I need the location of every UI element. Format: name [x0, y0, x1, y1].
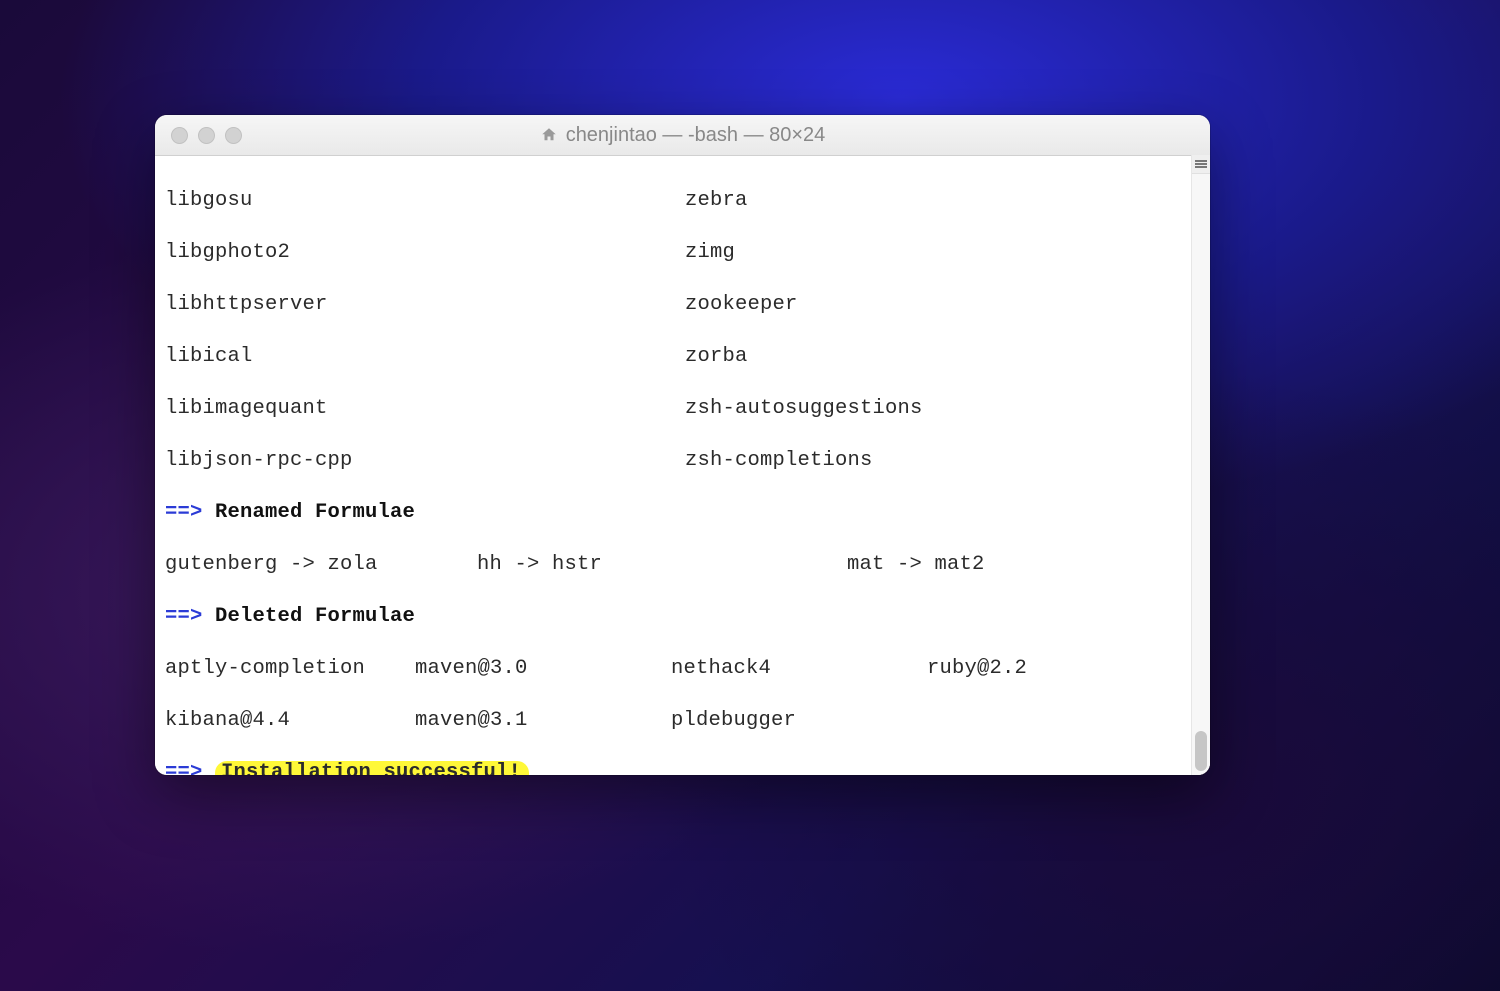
- deleted-formula: aptly-completion: [165, 656, 415, 682]
- section-header: Renamed Formulae: [215, 501, 415, 524]
- terminal-content[interactable]: libgosuzebra libgphoto2zimg libhttpserve…: [155, 156, 1210, 775]
- formula-name: libgosu: [165, 188, 685, 214]
- formula-name: libimagequant: [165, 396, 685, 422]
- formula-name: libgphoto2: [165, 240, 685, 266]
- deleted-formula: maven@3.0: [415, 656, 671, 682]
- formula-name: zorba: [685, 344, 748, 370]
- section-header: Deleted Formulae: [215, 605, 415, 628]
- scrollbar[interactable]: [1191, 155, 1210, 775]
- formula-name: libical: [165, 344, 685, 370]
- home-icon: [540, 126, 558, 144]
- close-button[interactable]: [171, 127, 188, 144]
- formula-name: zsh-completions: [685, 448, 873, 474]
- arrow-icon: ==>: [165, 761, 215, 775]
- renamed-formula: mat -> mat2: [847, 552, 985, 578]
- deleted-formula: kibana@4.4: [165, 708, 415, 734]
- window-title-text: chenjintao — -bash — 80×24: [566, 124, 826, 147]
- install-success-badge: Installation successful!: [215, 761, 529, 775]
- formula-name: zebra: [685, 188, 748, 214]
- renamed-formula: gutenberg -> zola: [165, 552, 477, 578]
- formula-name: libhttpserver: [165, 292, 685, 318]
- window-titlebar[interactable]: chenjintao — -bash — 80×24: [155, 115, 1210, 156]
- window-title: chenjintao — -bash — 80×24: [155, 124, 1210, 147]
- traffic-lights: [171, 127, 242, 144]
- deleted-formula: ruby@2.2: [927, 656, 1027, 682]
- terminal-window: chenjintao — -bash — 80×24 libgosuzebra …: [155, 115, 1210, 775]
- deleted-formula: nethack4: [671, 656, 927, 682]
- zoom-button[interactable]: [225, 127, 242, 144]
- scroll-up-button[interactable]: [1192, 155, 1210, 174]
- formula-name: zimg: [685, 240, 735, 266]
- formula-name: libjson-rpc-cpp: [165, 448, 685, 474]
- formula-name: zsh-autosuggestions: [685, 396, 923, 422]
- deleted-formula: pldebugger: [671, 708, 927, 734]
- deleted-formula: maven@3.1: [415, 708, 671, 734]
- arrow-icon: ==>: [165, 605, 215, 628]
- formula-name: zookeeper: [685, 292, 798, 318]
- scroll-thumb[interactable]: [1195, 731, 1207, 771]
- minimize-button[interactable]: [198, 127, 215, 144]
- renamed-formula: hh -> hstr: [477, 552, 847, 578]
- arrow-icon: ==>: [165, 501, 215, 524]
